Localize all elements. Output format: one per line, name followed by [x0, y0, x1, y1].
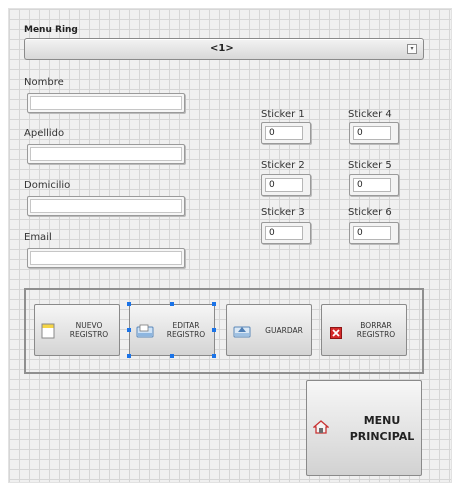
sticker-4-label: Sticker 4 [348, 109, 392, 120]
sticker-3-numeric[interactable]: 0 [261, 222, 311, 244]
borrar-line1: BORRAR [360, 321, 392, 330]
nuevo-registro-button[interactable]: NUEVO REGISTRO [34, 304, 120, 356]
nombre-field[interactable] [27, 93, 185, 113]
sticker-6-label: Sticker 6 [348, 207, 392, 218]
sticker-1-label: Sticker 1 [261, 109, 305, 120]
nuevo-line1: NUEVO [75, 321, 103, 330]
borrar-registro-label: BORRAR REGISTRO [350, 321, 402, 339]
selection-handle[interactable] [127, 328, 131, 332]
sticker-2-label: Sticker 2 [261, 160, 305, 171]
menu-line1: MENU [363, 414, 401, 427]
menu-ring-label: Menu Ring [24, 25, 78, 35]
guardar-button[interactable]: GUARDAR [226, 304, 312, 356]
sticker-3-label: Sticker 3 [261, 207, 305, 218]
nuevo-registro-label: NUEVO REGISTRO [63, 321, 115, 339]
dropdown-arrow-icon[interactable]: ▾ [407, 44, 417, 54]
apellido-field[interactable] [27, 144, 185, 164]
nuevo-line2: REGISTRO [69, 330, 109, 339]
editar-registro-label: EDITAR REGISTRO [160, 321, 212, 339]
sticker-2-value[interactable]: 0 [265, 178, 303, 192]
sticker-6-numeric[interactable]: 0 [349, 222, 399, 244]
selection-handle[interactable] [127, 302, 131, 306]
sticker-1-value[interactable]: 0 [265, 126, 303, 140]
delete-x-icon [330, 324, 342, 343]
sticker-3-value[interactable]: 0 [265, 226, 303, 240]
selection-handle[interactable] [212, 302, 216, 306]
sticker-4-value[interactable]: 0 [353, 126, 391, 140]
selection-handle[interactable] [170, 302, 174, 306]
edit-document-icon [136, 323, 154, 342]
nombre-label: Nombre [24, 77, 64, 88]
selection-handle[interactable] [127, 354, 131, 358]
selection-handle[interactable] [170, 354, 174, 358]
editar-line2: REGISTRO [166, 330, 206, 339]
editar-registro-button[interactable]: EDITAR REGISTRO [129, 304, 215, 356]
menu-principal-label: MENU PRINCIPAL [347, 413, 417, 445]
menu-principal-button[interactable]: MENU PRINCIPAL [306, 380, 422, 476]
editar-line1: EDITAR [172, 321, 200, 330]
selection-handle[interactable] [212, 328, 216, 332]
menu-ring-dropdown[interactable]: <1> ▾ [24, 38, 424, 60]
new-document-icon [41, 323, 55, 343]
selection-handle[interactable] [212, 354, 216, 358]
save-tray-icon [233, 323, 251, 342]
borrar-line2: REGISTRO [356, 330, 396, 339]
sticker-5-numeric[interactable]: 0 [349, 174, 399, 196]
sticker-5-value[interactable]: 0 [353, 178, 391, 192]
menu-line2: PRINCIPAL [349, 430, 415, 443]
sticker-4-numeric[interactable]: 0 [349, 122, 399, 144]
email-label: Email [24, 232, 52, 243]
sticker-5-label: Sticker 5 [348, 160, 392, 171]
domicilio-label: Domicilio [24, 180, 71, 191]
email-field[interactable] [27, 248, 185, 268]
sticker-2-numeric[interactable]: 0 [261, 174, 311, 196]
home-icon [312, 419, 330, 438]
guardar-label: GUARDAR [265, 326, 303, 335]
domicilio-field[interactable] [27, 196, 185, 216]
sticker-6-value[interactable]: 0 [353, 226, 391, 240]
sticker-1-numeric[interactable]: 0 [261, 122, 311, 144]
apellido-label: Apellido [24, 128, 65, 139]
borrar-registro-button[interactable]: BORRAR REGISTRO [321, 304, 407, 356]
menu-ring-value: <1> [210, 43, 234, 54]
